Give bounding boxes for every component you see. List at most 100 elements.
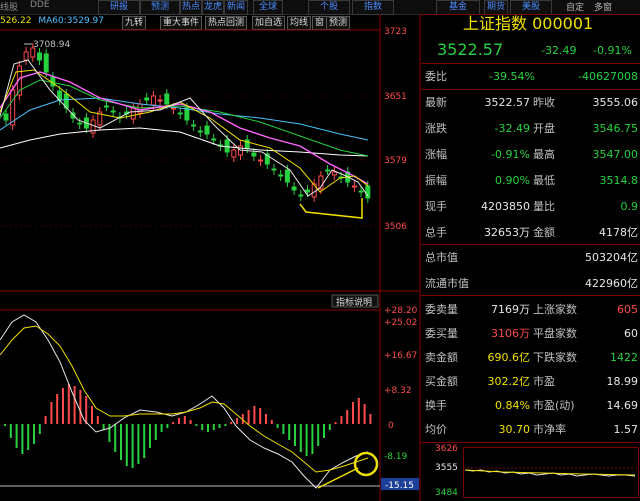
toolbar-button-fund[interactable]: 基金 (436, 0, 480, 15)
stat-value: 30.70 (498, 423, 531, 436)
indicator-help-label: 指标说明 (336, 296, 372, 308)
separator (421, 295, 640, 296)
candle-body (164, 93, 170, 105)
stat-label: 换手 (425, 399, 447, 412)
mini-avg-line (464, 469, 636, 476)
macd-bar (21, 424, 24, 454)
macd-bar (311, 424, 314, 454)
candle-body (365, 185, 371, 199)
candle-body (351, 185, 357, 188)
quote-label: 最新 (425, 96, 447, 109)
wb-diff: -40627008 (578, 70, 638, 83)
quote-label: 涨幅 (425, 148, 447, 161)
macd-bar (125, 424, 128, 466)
macd-bar (67, 384, 70, 424)
candle-body (231, 149, 237, 158)
stat-label: 买金额 (425, 375, 458, 388)
macd-bar (340, 416, 343, 424)
stat-row: 均价 30.70 市净率 1.57 (421, 420, 640, 439)
float-mv-row: 流通市值 422960亿 (421, 274, 640, 293)
macd-bar (334, 422, 337, 424)
stat-value: 690.6亿 (487, 351, 531, 364)
macd-bar (38, 424, 41, 434)
candle-body (258, 159, 264, 162)
ma20-line (0, 71, 369, 185)
macd-bar (62, 388, 64, 424)
macd-bar (230, 422, 233, 424)
candle-body (30, 47, 36, 58)
stat-label: 平盘家数 (533, 327, 577, 340)
macd-tick: +8.32 (384, 386, 412, 396)
macd-tick: +16.67 (384, 351, 417, 361)
stat-label: 市盈(动) (533, 399, 575, 412)
toolbar-item-custom[interactable]: 自定 (566, 0, 584, 13)
candle-body (224, 139, 230, 153)
macd-highlight-value: -15.15 (385, 481, 414, 491)
mini-chart-frame (463, 447, 639, 498)
stat-value: 14.69 (606, 399, 639, 412)
macd-bar (79, 390, 82, 424)
separator (421, 442, 640, 443)
candle-body (144, 97, 150, 101)
macd-bar (363, 404, 366, 424)
macd-bar (73, 386, 76, 424)
candle-body (331, 171, 337, 176)
annotation-line (299, 198, 363, 219)
price-change-pct: -0.91% (593, 44, 632, 57)
quote-label: 开盘 (533, 122, 555, 135)
mini-tick: 3484 (435, 488, 458, 498)
quote-value: 4203850 (481, 200, 530, 213)
toolbar-button-us[interactable]: 美股 (510, 0, 552, 15)
stat-label: 下跌家数 (533, 351, 577, 364)
macd-bar (102, 424, 105, 430)
price-tick: 3506 (384, 222, 407, 232)
macd-bar (131, 424, 134, 468)
macd-histogram (4, 384, 372, 468)
mini-chart-canvas (463, 447, 639, 498)
candle-body (211, 138, 217, 141)
macd-bar (4, 424, 6, 426)
quote-row: 总手 32653万 金额 4178亿 (421, 223, 640, 242)
stat-row: 委卖量 7169万 上涨家数 605 (421, 300, 640, 319)
candle-body (325, 169, 331, 172)
macd-bar (282, 424, 285, 434)
stat-label: 委卖量 (425, 303, 458, 316)
ma120-line (0, 127, 369, 157)
macd-bar (56, 394, 59, 424)
toolbar-item-multiwin[interactable]: 多窗 (594, 0, 612, 13)
toolbar-button-futures[interactable]: 期货 (484, 0, 508, 15)
quote-row: 涨跌 -32.49 开盘 3546.75 (421, 119, 640, 138)
macd-bar (352, 402, 354, 424)
macd-bar (27, 424, 30, 450)
candle-body (77, 122, 83, 125)
candle-body (305, 189, 310, 193)
peak-label: 3708.94 (33, 40, 70, 50)
macd-bar (323, 424, 325, 438)
macd-bar (44, 416, 47, 424)
quote-row: 涨幅 -0.91% 最高 3547.00 (421, 145, 640, 164)
macd-bar (247, 410, 250, 424)
quote-value: 4178亿 (599, 226, 638, 239)
stat-row: 买金额 302.2亿 市盈 18.99 (421, 372, 640, 391)
stat-value: 0.84% (495, 399, 530, 412)
macd-bar (91, 406, 93, 424)
macd-bar (317, 424, 320, 446)
price-change: -32.49 (541, 44, 577, 57)
kline-chart[interactable]: 3723 3651 3579 3506 3708.94 指标说明 +28.20 … (0, 0, 421, 501)
candle-body (197, 130, 203, 133)
macd-tick: +28.20 (384, 306, 418, 316)
candle-body (171, 107, 176, 110)
stat-label: 均价 (425, 423, 447, 436)
quote-value: 3555.06 (592, 96, 639, 109)
macd-bar (253, 406, 256, 424)
mini-intraday-chart[interactable]: 3626 3555 3484 (421, 444, 640, 501)
quote-value: 3547.00 (592, 148, 639, 161)
candle-body (251, 152, 257, 157)
macd-tick-zero: 0 (388, 421, 394, 431)
candle-body (37, 52, 42, 61)
stat-value: 1.57 (613, 423, 639, 436)
total-mv-row: 总市值 503204亿 (421, 248, 640, 267)
stat-value: 60 (624, 327, 638, 340)
stat-label: 市盈 (533, 375, 555, 388)
annotation-circle (353, 451, 379, 477)
